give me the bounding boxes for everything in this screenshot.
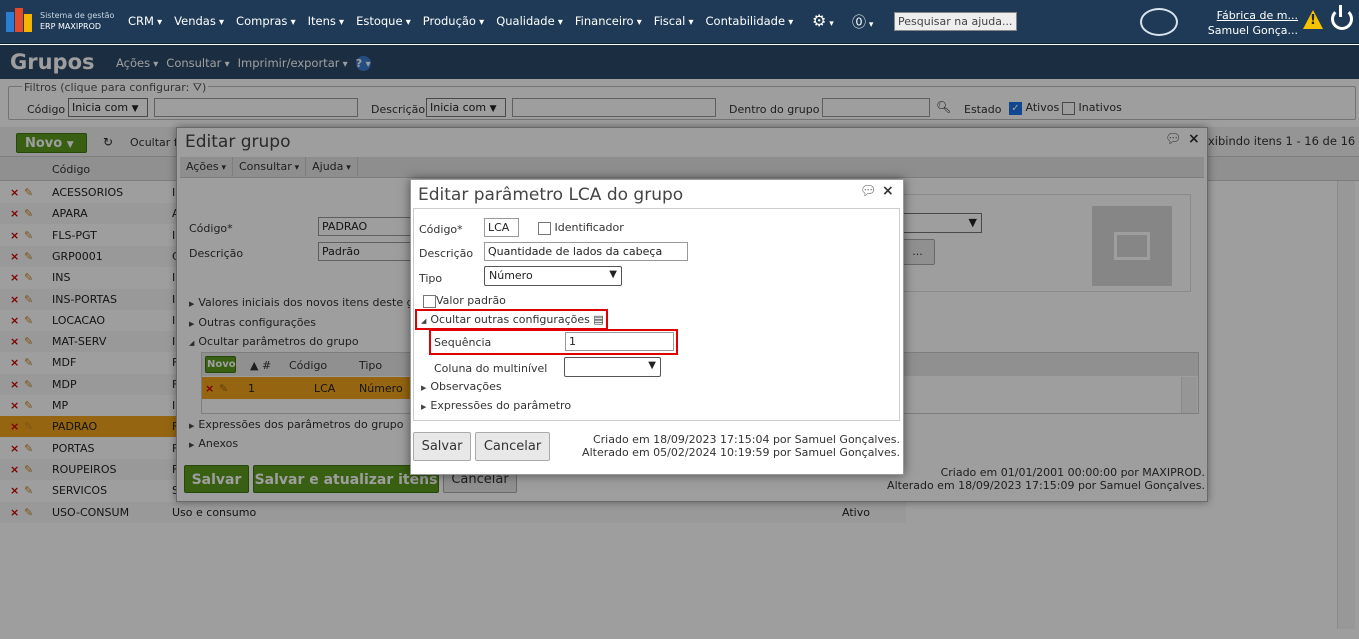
menu-vendas[interactable]: Vendas [174,14,224,28]
multilevel-chevron-icon: ▼ [648,360,656,371]
user-name[interactable]: Samuel Gonça... [1180,23,1298,38]
observations-section[interactable]: Observações [421,380,501,393]
menu-contabilidade[interactable]: Contabilidade [706,14,794,28]
company-name[interactable]: Fábrica de m... [1180,8,1298,23]
company-user[interactable]: Fábrica de m... Samuel Gonça... [1180,8,1298,38]
param-save-button[interactable]: Salvar [413,432,471,461]
menu-compras[interactable]: Compras [236,14,296,28]
menu-qualidade[interactable]: Qualidade [496,14,563,28]
param-cancel-button[interactable]: Cancelar [475,432,550,461]
default-value-option[interactable]: Valor padrão [423,294,506,308]
maxiprod-logo[interactable] [6,8,34,34]
param-code-label: Código* [419,223,463,236]
help-search-input[interactable]: Pesquisar na ajuda... [894,12,1017,31]
menu-financeiro[interactable]: Financeiro [575,14,642,28]
multilevel-label: Coluna do multinível [434,362,548,375]
param-expressions-section[interactable]: Expressões do parâmetro [421,399,571,412]
main-menu: CRM Vendas Compras Itens Estoque Produçã… [128,14,793,28]
default-value-checkbox[interactable] [423,294,436,308]
param-close-icon[interactable]: × [882,183,894,199]
param-desc-label: Descrição [419,247,474,260]
chat-icon[interactable] [1140,8,1178,36]
hide-other-config-toggle[interactable]: Ocultar outras configurações ▤ [421,313,604,326]
gear-icon[interactable]: ⚙ ▾ [812,11,834,30]
param-modified: Alterado em 05/02/2024 10:19:59 por Samu… [582,446,900,459]
identifier-option[interactable]: Identificador [538,221,624,235]
edit-param-title: Editar parâmetro LCA do grupo [418,185,684,205]
param-comment-icon[interactable]: 💬︎ [860,184,877,199]
warning-icon[interactable] [1303,10,1323,29]
default-value-label: Valor padrão [436,294,506,307]
chevron-down-icon: ▼ [609,269,617,280]
hide-other-label: Ocultar outras configurações [430,313,590,326]
help-icon[interactable]: ⓪ ▾ [852,12,873,32]
system-label: Sistema de gestão [40,11,115,20]
brand-text: Sistema de gestão ERP MAXIPROD [40,10,114,32]
menu-fiscal[interactable]: Fiscal [654,14,694,28]
power-icon[interactable] [1331,5,1353,30]
param-created: Criado em 18/09/2023 17:15:04 por Samuel… [592,433,900,446]
param-type-select[interactable]: Número ▼ [484,266,622,286]
param-code-input[interactable] [484,218,519,237]
menu-estoque[interactable]: Estoque [356,14,411,28]
notes-icon: ▤ [593,313,604,326]
multilevel-select[interactable]: ▼ [564,357,661,377]
sequence-label: Sequência [434,336,492,349]
param-type-label: Tipo [419,272,443,285]
param-audit: Criado em 18/09/2023 17:15:04 por Samuel… [556,433,900,459]
menu-itens[interactable]: Itens [308,14,344,28]
system-name: ERP MAXIPROD [40,22,102,31]
menu-producao[interactable]: Produção [423,14,484,28]
sequence-input[interactable] [565,332,674,351]
identifier-label: Identificador [554,221,624,234]
param-type-value: Número [489,269,533,282]
identifier-checkbox[interactable] [538,221,551,235]
menu-crm[interactable]: CRM [128,14,162,28]
param-desc-input[interactable] [484,242,688,261]
